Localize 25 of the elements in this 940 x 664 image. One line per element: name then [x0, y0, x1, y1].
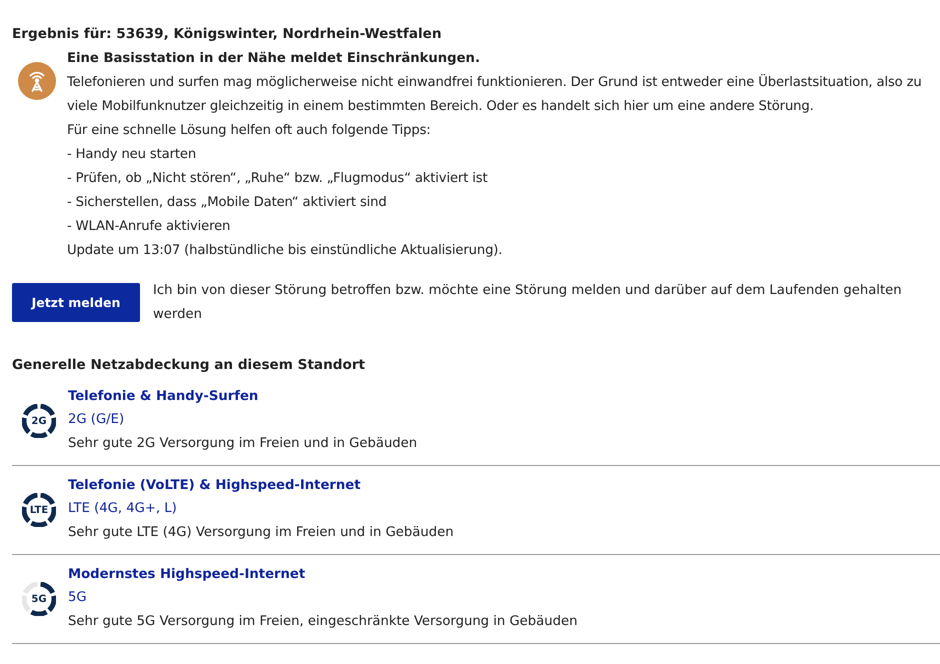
notice-text: - WLAN-Anrufe aktivieren — [67, 218, 232, 236]
coverage-title: Modernstes Highspeed-Internet — [68, 566, 306, 584]
coverage-heading: Generelle Netzabdeckung an diesem Standort — [12, 356, 366, 375]
coverage-technology: 2G (G/E) — [68, 411, 126, 429]
notice-text: Für eine schnelle Lösung helfen oft auch folgende Tipps: — [67, 122, 432, 140]
notice-text: - Sicherstellen, dass „Mobile Daten“ aktiviert sind — [67, 194, 388, 212]
notice-text: - Handy neu starten — [67, 146, 198, 164]
report-text: Ich bin von dieser Störung betroffen bzw. möchte eine Störung melden und darüber auf dem Laufenden gehalten werden — [153, 282, 903, 324]
report-button[interactable]: Jetzt melden — [12, 283, 140, 322]
coverage-technology: 5G — [68, 589, 88, 607]
antenna-icon — [18, 62, 56, 100]
network-badge: 5G — [22, 582, 56, 616]
update-text: Update um 13:07 (halbstündliche bis einstündliche Aktualisierung). — [67, 242, 504, 260]
coverage-description: Sehr gute 5G Versorgung im Freien, eingeschränkte Versorgung in Gebäuden — [68, 613, 578, 631]
coverage-technology: LTE (4G, 4G+, L) — [68, 500, 178, 518]
network-badge: 2G — [22, 404, 56, 438]
notice-text: - Prüfen, ob „Nicht stören“, „Ruhe“ bzw. „Flugmodus“ aktiviert ist — [67, 170, 489, 188]
notice-title: Eine Basisstation in der Nähe meldet Einschränkungen. — [67, 50, 481, 68]
coverage-title: Telefonie (VoLTE) & Highspeed-Internet — [68, 477, 362, 495]
result-heading: Ergebnis für: 53639, Königswinter, Nordrhein-Westfalen — [12, 25, 443, 44]
coverage-description: Sehr gute 2G Versorgung im Freien und in Gebäuden — [68, 435, 418, 453]
coverage-title: Telefonie & Handy-Surfen — [68, 388, 260, 406]
network-badge: LTE — [22, 493, 56, 527]
notice-text: Telefonieren und surfen mag möglicherweise nicht einwandfrei funktionieren. Der Grund ist entweder eine Überlastsituation, also zu viele Mobilfunknutzer gleichzeitig in einem bestimmten Bereich. Oder es handelt sich hier um eine andere Störung. — [67, 73, 923, 116]
coverage-description: Sehr gute LTE (4G) Versorgung im Freien und in Gebäuden — [68, 524, 454, 542]
